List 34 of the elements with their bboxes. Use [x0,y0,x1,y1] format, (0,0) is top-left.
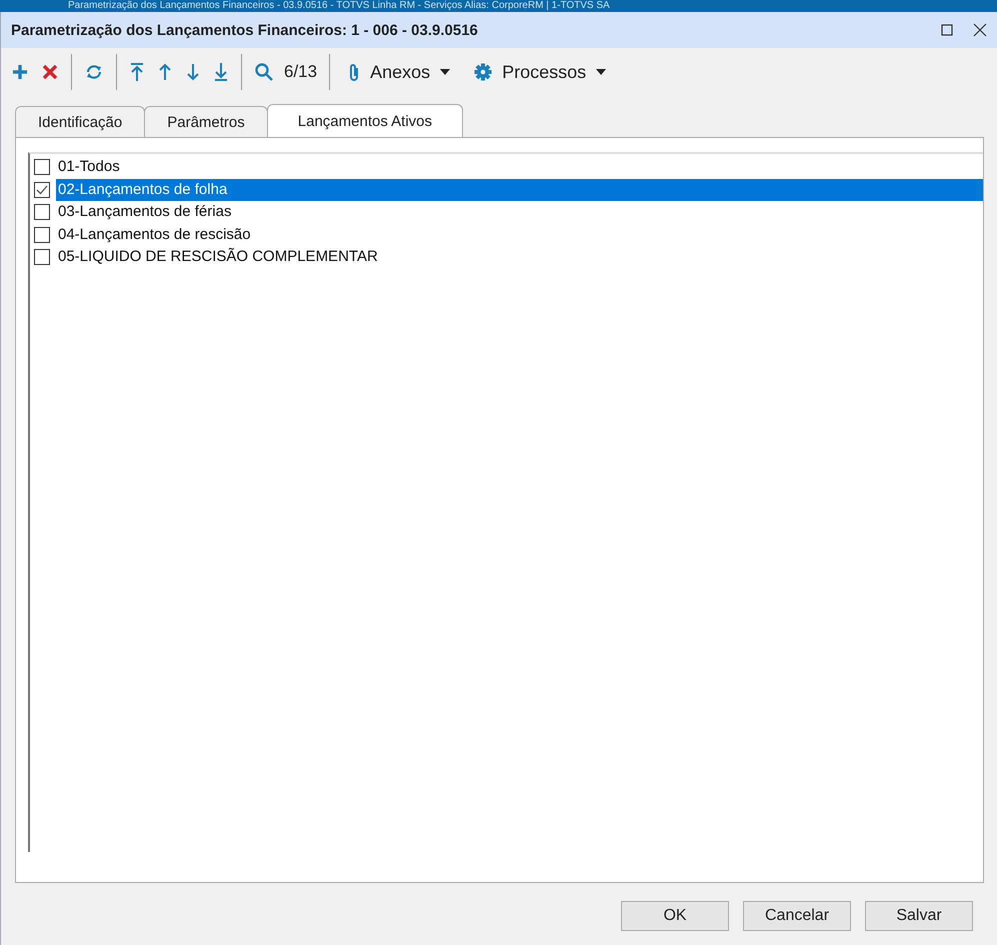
arrow-down-icon[interactable] [185,62,201,82]
list-item[interactable]: 02-Lançamentos de folha [56,178,983,201]
paperclip-icon [348,62,360,82]
checkbox[interactable] [34,204,50,220]
checkbox[interactable] [34,159,50,176]
dialog-button[interactable]: Cancelar [743,901,851,931]
window-title: Parametrização dos Lançamentos Financeiros: 1 - 006 - 03.9.0516 [11,22,478,38]
caret-icon [596,69,606,75]
close-icon[interactable] [973,23,987,37]
caret-icon [440,69,450,75]
dialog-button[interactable]: Salvar [865,901,973,931]
dialog-button[interactable]: OK [621,901,729,931]
checkbox[interactable] [34,182,50,198]
attachments-menu-button[interactable]: Anexos [342,62,456,82]
refresh-icon[interactable] [84,63,104,81]
list-item[interactable]: 01-Todos [56,156,983,178]
list-item[interactable]: 03-Lançamentos de férias [56,201,983,224]
search-icon[interactable] [254,62,274,82]
arrow-up-icon[interactable] [157,62,173,82]
plus-icon[interactable] [11,63,29,81]
delete-icon[interactable] [41,63,59,81]
gear-icon [474,63,492,81]
processes-menu-button[interactable]: Processos [468,62,612,82]
maximize-icon[interactable] [941,24,953,36]
record-counter: 6/13 [284,62,318,82]
tab[interactable]: Lançamentos Ativos [266,104,464,137]
last-record-icon[interactable] [213,62,229,82]
first-record-icon[interactable] [129,62,145,82]
tab[interactable]: Identificação [15,106,146,137]
checkbox[interactable] [34,226,50,243]
checkbox[interactable] [34,249,50,266]
list-item[interactable]: 04-Lançamentos de rescisão [56,224,983,246]
list-item[interactable]: 05-LIQUIDO DE RESCISÃO COMPLEMENTAR [56,246,983,268]
parent-window-title: Parametrização dos Lançamentos Financeiros - 03.9.0516 - TOTVS Linha RM - Serviços Alias: CorporeRM | 1-TOTVS SA [68,0,610,12]
